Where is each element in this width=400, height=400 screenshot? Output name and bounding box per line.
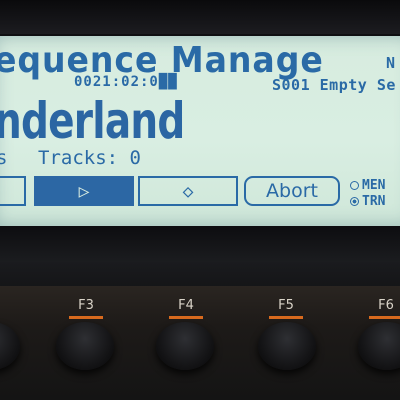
f5-label: F5 bbox=[278, 298, 294, 313]
abort-button[interactable]: Abort bbox=[244, 176, 340, 206]
radio-icon bbox=[350, 181, 359, 190]
f4-accent-bar bbox=[169, 316, 203, 319]
song-name: nderland bbox=[0, 92, 185, 150]
play-icon: ▷ bbox=[78, 180, 90, 202]
record-softkey[interactable]: ◇ bbox=[138, 176, 238, 206]
radio-option-trn[interactable]: TRN bbox=[350, 194, 385, 209]
f6-label: F6 bbox=[378, 298, 394, 313]
stats-left-fragment: s bbox=[0, 147, 8, 169]
f4-button[interactable] bbox=[156, 322, 214, 370]
synth-panel: equence Manage N 0021:02:0██ S001 Empty … bbox=[0, 0, 400, 400]
diamond-icon: ◇ bbox=[182, 180, 194, 202]
sequence-slot: S001 Empty Se bbox=[272, 76, 396, 94]
f4-label: F4 bbox=[178, 298, 194, 313]
abort-label: Abort bbox=[266, 180, 318, 202]
lower-bezel bbox=[0, 226, 400, 262]
f3-label: F3 bbox=[78, 298, 94, 313]
play-softkey[interactable]: ▷ bbox=[34, 176, 134, 206]
lcd-screen: equence Manage N 0021:02:0██ S001 Empty … bbox=[0, 36, 400, 226]
softkey-left[interactable] bbox=[0, 176, 26, 206]
top-bezel bbox=[0, 0, 400, 34]
position-counter: 0021:02:0██ bbox=[74, 74, 178, 90]
f5-accent-bar bbox=[269, 316, 303, 319]
radio-label: MEN bbox=[362, 178, 386, 193]
radio-label: TRN bbox=[362, 194, 386, 209]
f3-accent-bar bbox=[69, 316, 103, 319]
tracks-count: Tracks: 0 bbox=[38, 147, 141, 169]
radio-selected-icon bbox=[350, 197, 359, 206]
f5-button[interactable] bbox=[258, 322, 316, 370]
f6-accent-bar bbox=[369, 316, 400, 319]
f3-button[interactable] bbox=[56, 322, 114, 370]
title-right-indicator: N bbox=[386, 54, 396, 72]
radio-option-men[interactable]: MEN bbox=[350, 178, 385, 193]
